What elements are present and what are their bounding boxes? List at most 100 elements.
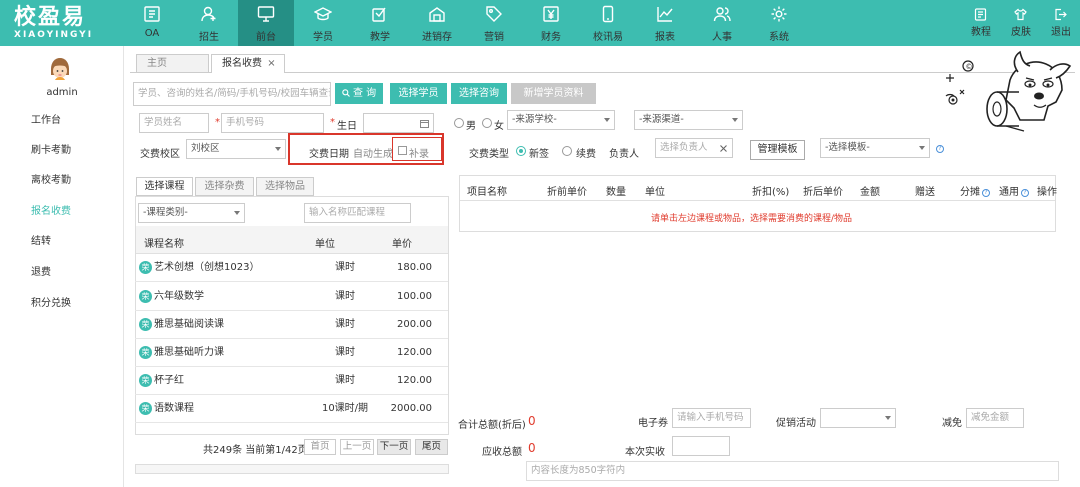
student-name-input[interactable]: 学员姓名 (139, 113, 209, 133)
chevron-down-icon (604, 118, 610, 122)
new-student-button[interactable]: 新增学员资料 (511, 83, 596, 104)
horizontal-scrollbar[interactable] (135, 464, 449, 474)
last-page-button[interactable]: 尾页 (415, 439, 448, 455)
pay-type-label: 交费类型 (469, 149, 509, 160)
campus-select[interactable]: 刘校区 (186, 139, 286, 159)
birthday-input[interactable] (363, 113, 434, 133)
pay-date-label: 交费日期 (309, 149, 349, 160)
nav-label: 前台 (256, 32, 276, 43)
nav-label: 招生 (199, 32, 219, 43)
next-page-button[interactable]: 下一页 (377, 439, 411, 455)
sidebar-item-leave-attendance[interactable]: 离校考勤 (0, 166, 124, 196)
template-select[interactable]: -选择模板- (820, 138, 930, 158)
coupon-label: 电子券 (638, 418, 668, 429)
course-price: 120.00 (397, 347, 432, 358)
course-category-select[interactable]: -课程类别- (138, 203, 245, 223)
course-row[interactable]: 荣 语数课程 10课时/期 2000.00 (135, 395, 448, 423)
phone-input[interactable]: 手机号码 (221, 113, 324, 133)
nav-item-marketing[interactable]: 营销 (466, 0, 522, 46)
gender-female-radio[interactable] (482, 118, 492, 128)
prev-page-button[interactable]: 上一页 (340, 439, 374, 455)
nav-item-front-desk[interactable]: 前台 (238, 0, 294, 46)
avatar (49, 57, 71, 81)
nav-item-oa[interactable]: OA (124, 0, 180, 46)
nav-exit[interactable]: 退出 (1044, 0, 1078, 46)
source-school-select[interactable]: -来源学校- (507, 110, 615, 130)
nav-label: 进销存 (422, 32, 452, 43)
nav-item-finance[interactable]: 财务 (523, 0, 579, 46)
sidebar-item-carry-over[interactable]: 结转 (0, 227, 124, 257)
col-item-name: 项目名称 (467, 187, 507, 198)
pay-type-renew-radio[interactable] (562, 146, 572, 156)
help-icon[interactable]: ? (1021, 189, 1029, 197)
paid-amount-input[interactable] (672, 436, 730, 456)
help-icon[interactable]: ? (982, 189, 990, 197)
tag-icon (486, 6, 502, 22)
course-row[interactable]: 荣 六年级数学 课时 100.00 (135, 283, 448, 311)
coupon-phone-input[interactable]: 请输入手机号码 (672, 408, 751, 428)
source-channel-select[interactable]: -来源渠道- (634, 110, 743, 130)
close-icon[interactable]: × (267, 58, 275, 69)
promo-select[interactable] (820, 408, 896, 428)
sidebar-item-refund[interactable]: 退费 (0, 258, 124, 288)
course-name-filter-input[interactable]: 输入名称匹配课程 (304, 203, 411, 223)
sidebar-item-enrollment-fees[interactable]: 报名收费 (0, 197, 124, 227)
pay-type-new-radio[interactable] (516, 146, 526, 156)
course-icon: 荣 (139, 374, 152, 387)
search-button[interactable]: 查 询 (335, 83, 383, 104)
phone-icon (602, 5, 614, 23)
nav-item-system[interactable]: 系统 (751, 0, 807, 46)
search-icon (342, 89, 350, 97)
course-price: 2000.00 (390, 403, 432, 414)
select-student-button[interactable]: 选择学员 (390, 83, 447, 104)
course-row[interactable]: 荣 雅思基础阅读课 课时 200.00 (135, 311, 448, 339)
course-row[interactable]: 荣 雅思基础听力课 课时 120.00 (135, 339, 448, 367)
person-in-charge-input[interactable]: 选择负责人 (655, 138, 733, 158)
nav-item-inventory[interactable]: 进销存 (409, 0, 465, 46)
course-price: 200.00 (397, 319, 432, 330)
graduation-cap-icon (314, 7, 332, 21)
nav-item-reports[interactable]: 报表 (637, 0, 693, 46)
person-plus-icon (201, 6, 216, 22)
makeup-checkbox[interactable] (398, 146, 407, 155)
sidebar-item-card-attendance[interactable]: 刷卡考勤 (0, 136, 124, 166)
close-icon[interactable] (720, 145, 727, 152)
student-search-input[interactable]: 学员、咨询的姓名/简码/手机号码/校园车辆查询 (133, 82, 331, 106)
course-name: 艺术创想（创想1023） (154, 262, 260, 273)
help-icon[interactable]: ? (936, 145, 944, 153)
tab-select-course[interactable]: 选择课程 (136, 177, 193, 196)
yen-icon (543, 6, 559, 22)
tab-select-items[interactable]: 选择物品 (256, 177, 314, 196)
tab-select-fees[interactable]: 选择杂费 (195, 177, 254, 196)
nav-item-enroll[interactable]: 招生 (181, 0, 237, 46)
nav-skin[interactable]: 皮肤 (1004, 0, 1038, 46)
col-split: 分摊? (960, 183, 990, 198)
birthday-label: 生日 (337, 121, 357, 132)
app-logo: 校盈易 XIAOYINGYI (14, 5, 114, 43)
paid-label: 本次实收 (625, 447, 665, 458)
discount-label: 减免 (942, 418, 962, 429)
nav-item-messaging[interactable]: 校讯易 (580, 0, 636, 46)
remark-textarea[interactable]: 内容长度为850字符内 (526, 461, 1059, 481)
nav-tutorial[interactable]: 教程 (964, 0, 998, 46)
sidebar-item-workbench[interactable]: 工作台 (0, 106, 124, 136)
manage-template-button[interactable]: 管理模板 (750, 140, 805, 160)
chevron-down-icon (732, 118, 738, 122)
select-value: -课程类别- (143, 207, 188, 218)
gender-male-radio[interactable] (454, 118, 464, 128)
sidebar-item-points-redeem[interactable]: 积分兑换 (0, 289, 124, 319)
first-page-button[interactable]: 首页 (304, 439, 336, 455)
course-name: 雅思基础听力课 (154, 347, 224, 358)
discount-amount-input[interactable]: 减免金额 (966, 408, 1024, 428)
select-consult-button[interactable]: 选择咨询 (451, 83, 507, 104)
tab-home[interactable]: 主页 (136, 54, 209, 72)
tab-enrollment-fees[interactable]: 报名收费 × (211, 54, 285, 73)
nav-item-hr[interactable]: 人事 (694, 0, 750, 46)
course-unit: 10课时/期 (321, 403, 369, 414)
book-pen-icon (372, 7, 386, 22)
nav-item-teaching[interactable]: 教学 (352, 0, 408, 46)
person-in-charge-label: 负责人 (609, 149, 639, 160)
course-row[interactable]: 荣 杯子红 课时 120.00 (135, 367, 448, 395)
nav-item-students[interactable]: 学员 (295, 0, 351, 46)
course-row[interactable]: 荣 艺术创想（创想1023） 课时 180.00 (135, 254, 448, 282)
